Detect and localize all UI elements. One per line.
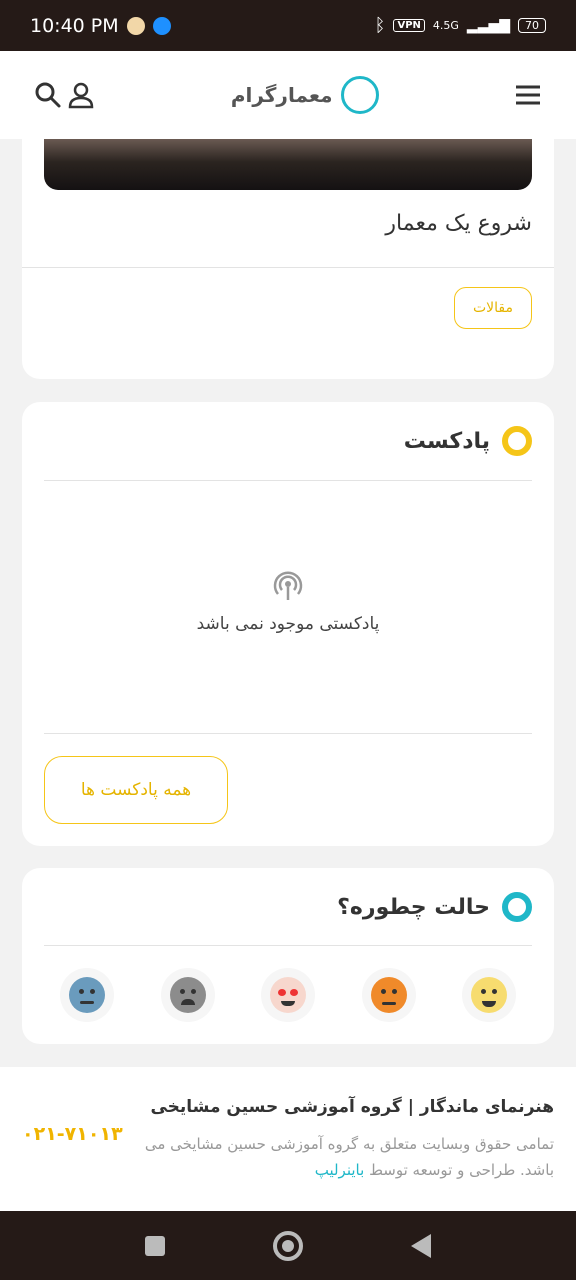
section-bullet-icon [502, 426, 532, 456]
logo-text: معمارگرام [230, 83, 333, 107]
podcast-header: پادکست [404, 426, 532, 456]
neutral-face-icon [69, 977, 105, 1013]
podcast-empty-text: پادکستی موجود نمی باشد [196, 614, 380, 634]
podcast-empty-state: پادکستی موجود نمی باشد [22, 570, 554, 634]
podcast-icon [272, 570, 304, 602]
article-title[interactable]: شروع یک معمار [385, 211, 532, 236]
recents-icon[interactable] [145, 1235, 165, 1256]
happy-face-icon [471, 977, 507, 1013]
articles-tag-button[interactable]: مقالات [454, 287, 532, 329]
android-nav-bar [0, 1211, 576, 1280]
logo-mark-icon [340, 76, 379, 114]
all-podcasts-button[interactable]: همه پادکست ها [44, 756, 228, 824]
network-label: 4.5G [432, 19, 459, 32]
notification-icon [126, 16, 145, 35]
podcast-title: پادکست [403, 428, 490, 454]
angry-face-icon [370, 977, 407, 1013]
status-bar: 10:40 PM ᛒ VPN 4.5G ▂▃▅▇ 70 [0, 0, 576, 51]
site-footer: هنرنمای ماندگار | گروه آموزشی حسین مشایخ… [0, 1067, 576, 1211]
footer-copyright: تمامی حقوق وبسایت متعلق به گروه آموزشی ح… [134, 1131, 554, 1183]
user-icon[interactable] [67, 81, 95, 109]
site-logo[interactable]: معمارگرام [231, 76, 379, 114]
mood-header: حالت چطوره؟ [337, 892, 532, 922]
home-icon[interactable] [273, 1230, 303, 1261]
menu-icon[interactable] [514, 81, 542, 109]
divider [44, 480, 532, 481]
vpn-badge: VPN [393, 19, 425, 32]
status-time: 10:40 PM [30, 14, 119, 37]
mood-neutral-button[interactable] [60, 968, 114, 1022]
mood-love-button[interactable] [261, 968, 315, 1022]
article-image [44, 139, 532, 190]
phone-call-icon [152, 16, 171, 35]
divider [22, 267, 554, 268]
divider [44, 733, 532, 734]
mood-crying-button[interactable] [160, 968, 215, 1022]
developer-link[interactable]: باینرلیپ [315, 1161, 365, 1179]
app-header: معمارگرام [0, 51, 576, 139]
mood-options [60, 968, 516, 1022]
signal-icon: ▂▃▅▇ [466, 17, 510, 34]
heart-eyes-face-icon [270, 977, 306, 1013]
section-bullet-icon [502, 892, 532, 922]
back-icon[interactable] [411, 1233, 431, 1258]
mood-angry-button[interactable] [361, 968, 416, 1022]
podcast-card: پادکست پادکستی موجود نمی باشد همه پادکست… [22, 402, 554, 846]
battery-icon: 70 [518, 18, 546, 33]
mood-title: حالت چطوره؟ [337, 894, 490, 920]
search-icon[interactable] [34, 81, 62, 109]
bluetooth-icon: ᛒ [374, 15, 386, 36]
mood-happy-button[interactable] [462, 968, 516, 1022]
article-card[interactable]: شروع یک معمار مقالات [22, 139, 554, 379]
footer-phone[interactable]: ۰۲۱-۷۱۰۱۳ [22, 1123, 123, 1145]
crying-face-icon [169, 977, 206, 1013]
footer-title: هنرنمای ماندگار | گروه آموزشی حسین مشایخ… [150, 1097, 554, 1117]
mood-card: حالت چطوره؟ [22, 868, 554, 1044]
divider [44, 945, 532, 946]
